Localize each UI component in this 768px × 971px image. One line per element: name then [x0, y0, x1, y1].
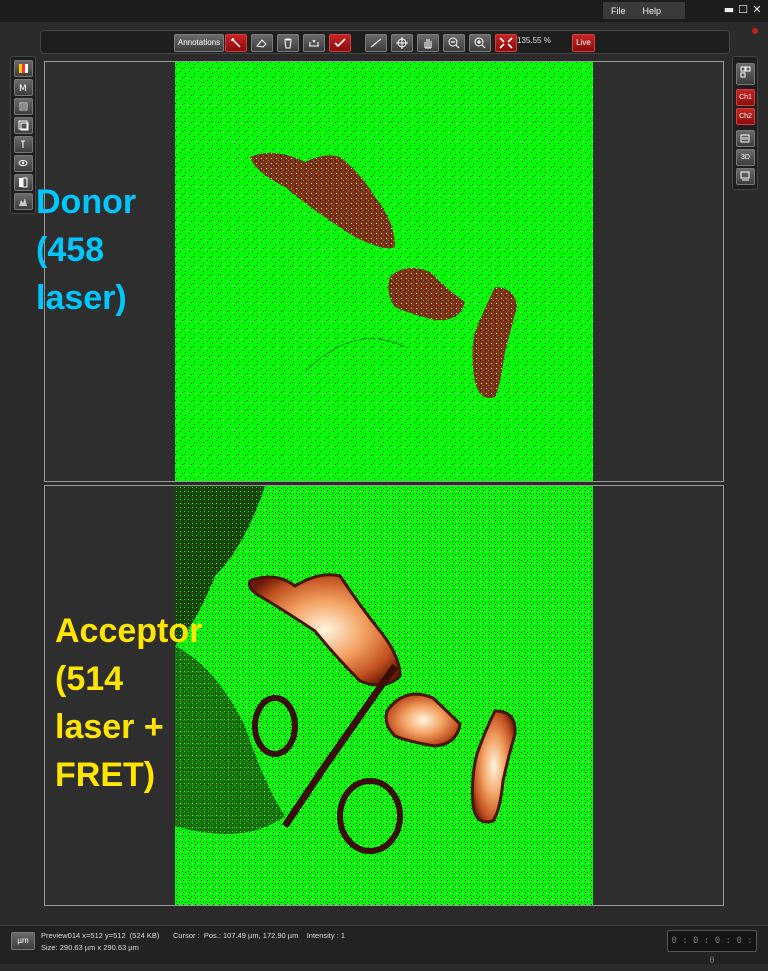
apply-button[interactable] [329, 34, 351, 52]
3d-view-button[interactable]: 3D [736, 149, 755, 166]
split-button[interactable] [14, 174, 33, 191]
zoom-out-icon [448, 37, 460, 49]
split-icon [19, 177, 28, 188]
delete-button[interactable] [277, 34, 299, 52]
zoom-level: 135.55 % [517, 36, 551, 45]
svg-text:M: M [19, 84, 27, 93]
erase-icon [256, 39, 267, 48]
zoom-in-icon [474, 37, 486, 49]
crosshair-button[interactable] [391, 34, 413, 52]
cursor-readout: Cursor : Pos.: 107.49 µm, 172.90 µm Inte… [173, 931, 346, 940]
mode-button[interactable]: M [14, 79, 33, 96]
histogram-icon [19, 198, 27, 206]
measure-button[interactable] [365, 34, 387, 52]
image-stack-icon [18, 120, 29, 131]
maximize-button[interactable]: ☐ [736, 3, 750, 17]
live-button[interactable]: Live [572, 34, 595, 52]
close-button[interactable]: ✕ [750, 3, 764, 17]
pan-button[interactable] [417, 34, 439, 52]
zoom-in-button[interactable] [469, 34, 491, 52]
color-bars-icon [19, 64, 28, 73]
right-channel-panel: Ch1 Ch2 3D [732, 56, 758, 190]
acceptor-micrograph [175, 486, 593, 905]
menu-bar: File Help [603, 2, 685, 19]
menu-file[interactable]: File [603, 6, 635, 16]
left-tool-panel: M [10, 56, 36, 214]
pan-hand-icon [424, 39, 432, 49]
eye-icon [18, 160, 28, 166]
channel-1-button[interactable]: Ch1 [736, 89, 755, 106]
image-stack-button[interactable] [14, 117, 33, 134]
info-icon [21, 140, 25, 148]
image-info: Preview014 x=512 y=512 (524 KB) [41, 931, 160, 940]
gallery-button[interactable] [736, 130, 755, 147]
unit-toggle-button[interactable]: µm [11, 932, 35, 950]
acceptor-label: Acceptor (514 laser + FRET) [55, 612, 203, 794]
fit-to-window-button[interactable] [495, 34, 517, 52]
view-button[interactable] [14, 155, 33, 172]
line-profile-button[interactable] [303, 34, 325, 52]
image-toolbar: Annotations 135.55 % Live [40, 30, 730, 54]
measure-icon [370, 38, 382, 48]
export-button[interactable] [736, 168, 755, 185]
trash-icon [284, 38, 292, 49]
gallery-icon [740, 134, 750, 143]
layout-button[interactable] [736, 63, 755, 85]
minimize-button[interactable]: ▬ [722, 3, 736, 17]
alert-indicator-icon [752, 28, 758, 34]
erase-button[interactable] [251, 34, 273, 52]
menu-help[interactable]: Help [635, 6, 671, 16]
check-icon [334, 38, 346, 48]
donor-micrograph [175, 62, 593, 481]
mode-icon: M [19, 84, 27, 93]
histogram-button[interactable] [14, 193, 33, 210]
draw-icon [231, 38, 241, 48]
acceptor-image[interactable] [175, 486, 593, 905]
draw-button[interactable] [225, 34, 247, 52]
line-profile-icon [309, 39, 319, 47]
donor-channel-viewer[interactable] [44, 61, 724, 482]
layers-icon [19, 102, 28, 111]
channel-2-button[interactable]: Ch2 [736, 108, 755, 125]
fit-to-window-icon [499, 37, 513, 49]
info-button[interactable] [14, 136, 33, 153]
timer-display: 0 : 0 : 0 : 0 : 0 [667, 930, 757, 966]
layout-grid-icon [740, 66, 751, 78]
color-bars-button[interactable] [14, 60, 33, 77]
layers-button[interactable] [14, 98, 33, 115]
donor-image[interactable] [175, 62, 593, 481]
image-size: Size: 290.63 µm x 290.63 µm [41, 943, 139, 952]
zoom-out-button[interactable] [443, 34, 465, 52]
annotations-button[interactable]: Annotations [174, 34, 224, 52]
donor-label: Donor (458 laser) [36, 183, 137, 317]
crosshair-icon [396, 37, 408, 49]
export-icon [740, 171, 750, 181]
